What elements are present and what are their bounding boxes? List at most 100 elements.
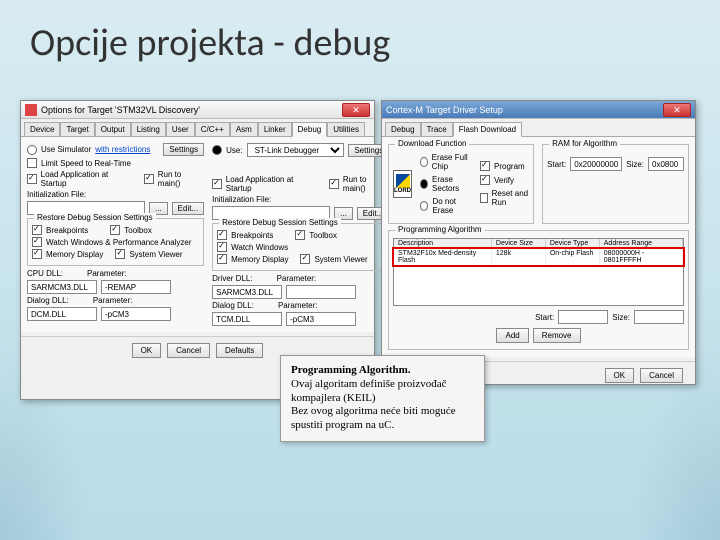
alg-size-label: Size: bbox=[612, 313, 630, 322]
hw-sysv-checkbox[interactable] bbox=[300, 254, 310, 264]
sim-load-app-checkbox[interactable] bbox=[27, 174, 37, 184]
with-restrictions-link[interactable]: with restrictions bbox=[95, 145, 150, 154]
close-icon[interactable]: ✕ bbox=[342, 103, 370, 117]
hw-dlg-dll-label: Dialog DLL: bbox=[212, 301, 254, 310]
col-device-type[interactable]: Device Type bbox=[546, 239, 600, 248]
use-driver-radio[interactable] bbox=[212, 145, 222, 155]
alg-start-input[interactable] bbox=[558, 310, 608, 324]
lord-icon: LORD bbox=[393, 170, 412, 198]
tab-cpp[interactable]: C/C++ bbox=[195, 122, 230, 136]
hw-load-app-checkbox[interactable] bbox=[212, 179, 222, 189]
verify-checkbox[interactable] bbox=[480, 175, 490, 185]
cell-range: 08000000H - 0801FFFFH bbox=[600, 249, 683, 265]
tab-driver-debug[interactable]: Debug bbox=[385, 122, 421, 136]
tab-utilities[interactable]: Utilities bbox=[327, 122, 365, 136]
driver-cancel-button[interactable]: Cancel bbox=[640, 368, 683, 383]
erase-sectors-label: Erase Sectors bbox=[432, 175, 470, 193]
tab-output[interactable]: Output bbox=[95, 122, 131, 136]
tab-driver-trace[interactable]: Trace bbox=[421, 122, 453, 136]
dlg-dll-input[interactable] bbox=[27, 307, 97, 321]
callout-line1: Programming Algorithm. bbox=[291, 364, 474, 378]
col-description[interactable]: Description bbox=[394, 239, 492, 248]
use-simulator-label: Use Simulator bbox=[41, 145, 91, 154]
callout-line2: Ovaj algoritam definiše proizvođač kompa… bbox=[291, 378, 474, 406]
options-titlebar[interactable]: Options for Target 'STM32VL Discovery' ✕ bbox=[21, 101, 374, 119]
sim-edit-button[interactable]: Edit... bbox=[172, 202, 204, 215]
tab-target[interactable]: Target bbox=[60, 122, 94, 136]
sim-toolbox-checkbox[interactable] bbox=[110, 225, 120, 235]
hw-mem-checkbox[interactable] bbox=[217, 254, 227, 264]
col-address-range[interactable]: Address Range bbox=[600, 239, 683, 248]
driver-select[interactable]: ST-Link Debugger bbox=[247, 143, 345, 157]
prog-alg-group: Programming Algorithm bbox=[395, 225, 485, 234]
dlg-dll-label: Dialog DLL: bbox=[27, 296, 69, 305]
drv-dll-label: Driver DLL: bbox=[212, 274, 252, 283]
ram-size-input[interactable] bbox=[648, 157, 684, 171]
callout-line3: Bez ovog algoritma neće biti moguće spus… bbox=[291, 405, 474, 433]
reset-run-checkbox[interactable] bbox=[480, 193, 488, 203]
erase-sectors-radio[interactable] bbox=[420, 179, 428, 189]
limit-speed-checkbox[interactable] bbox=[27, 158, 37, 168]
options-title: Options for Target 'STM32VL Discovery' bbox=[41, 105, 200, 115]
ram-group: RAM for Algorithm bbox=[549, 139, 620, 148]
hw-bp-checkbox[interactable] bbox=[217, 230, 227, 240]
do-not-erase-radio[interactable] bbox=[420, 201, 428, 211]
driver-dialog: Cortex-M Target Driver Setup ✕ Debug Tra… bbox=[381, 100, 696, 385]
hw-dlg-param-input[interactable] bbox=[286, 312, 356, 326]
sim-run-main-checkbox[interactable] bbox=[144, 174, 154, 184]
options-tabs: Device Target Output Listing User C/C++ … bbox=[21, 119, 374, 137]
cpu-param-label: Parameter: bbox=[87, 269, 127, 278]
sim-bp-checkbox[interactable] bbox=[32, 225, 42, 235]
tab-linker[interactable]: Linker bbox=[258, 122, 292, 136]
tab-asm[interactable]: Asm bbox=[230, 122, 258, 136]
hw-load-app-label: Load Application at Startup bbox=[226, 175, 317, 193]
tab-flash-download[interactable]: Flash Download bbox=[453, 122, 522, 137]
hw-toolbox-label: Toolbox bbox=[309, 231, 337, 240]
tab-device[interactable]: Device bbox=[24, 122, 60, 136]
hw-watch-checkbox[interactable] bbox=[217, 242, 227, 252]
cpu-dll-input[interactable] bbox=[27, 280, 97, 294]
dlg-param-input[interactable] bbox=[101, 307, 171, 321]
sim-watch-label: Watch Windows & Performance Analyzer bbox=[46, 238, 192, 247]
defaults-button[interactable]: Defaults bbox=[216, 343, 263, 358]
sim-load-app-label: Load Application at Startup bbox=[41, 170, 132, 188]
hw-init-label: Initialization File: bbox=[212, 195, 271, 204]
sim-restore-group: Restore Debug Session Settings bbox=[34, 213, 156, 222]
drv-dll-input[interactable] bbox=[212, 285, 282, 299]
tab-listing[interactable]: Listing bbox=[131, 122, 166, 136]
add-button[interactable]: Add bbox=[496, 328, 528, 343]
erase-full-radio[interactable] bbox=[420, 157, 428, 167]
driver-titlebar[interactable]: Cortex-M Target Driver Setup ✕ bbox=[382, 101, 695, 119]
use-simulator-radio[interactable] bbox=[27, 145, 37, 155]
hw-sysv-label: System Viewer bbox=[314, 255, 367, 264]
cpu-dll-label: CPU DLL: bbox=[27, 269, 63, 278]
col-device-size[interactable]: Device Size bbox=[492, 239, 546, 248]
hw-bp-label: Breakpoints bbox=[231, 231, 273, 240]
table-row[interactable]: STM32F10x Med-density Flash 128k On-chip… bbox=[394, 249, 683, 265]
drv-param-input[interactable] bbox=[286, 285, 356, 299]
sim-run-main-label: Run to main() bbox=[158, 170, 204, 188]
alg-size-input[interactable] bbox=[634, 310, 684, 324]
hw-mem-label: Memory Display bbox=[231, 255, 288, 264]
hw-toolbox-checkbox[interactable] bbox=[295, 230, 305, 240]
remove-button[interactable]: Remove bbox=[533, 328, 581, 343]
sim-mem-checkbox[interactable] bbox=[32, 249, 42, 259]
hw-run-main-checkbox[interactable] bbox=[329, 179, 339, 189]
ram-start-input[interactable] bbox=[570, 157, 622, 171]
ram-start-label: Start: bbox=[547, 160, 566, 169]
driver-close-icon[interactable]: ✕ bbox=[663, 103, 691, 117]
sim-watch-checkbox[interactable] bbox=[32, 237, 42, 247]
slide-title: Opcije projekta - debug bbox=[0, 0, 720, 66]
ok-button[interactable]: OK bbox=[132, 343, 162, 358]
program-checkbox[interactable] bbox=[480, 161, 490, 171]
sim-settings-button[interactable]: Settings bbox=[163, 143, 204, 156]
tab-debug[interactable]: Debug bbox=[292, 122, 328, 137]
driver-ok-button[interactable]: OK bbox=[605, 368, 635, 383]
driver-tabs: Debug Trace Flash Download bbox=[382, 119, 695, 137]
cancel-button[interactable]: Cancel bbox=[167, 343, 210, 358]
cpu-param-input[interactable] bbox=[101, 280, 171, 294]
tab-user[interactable]: User bbox=[166, 122, 195, 136]
reset-run-label: Reset and Run bbox=[492, 189, 529, 207]
sim-sysv-checkbox[interactable] bbox=[115, 249, 125, 259]
hw-dlg-dll-input[interactable] bbox=[212, 312, 282, 326]
